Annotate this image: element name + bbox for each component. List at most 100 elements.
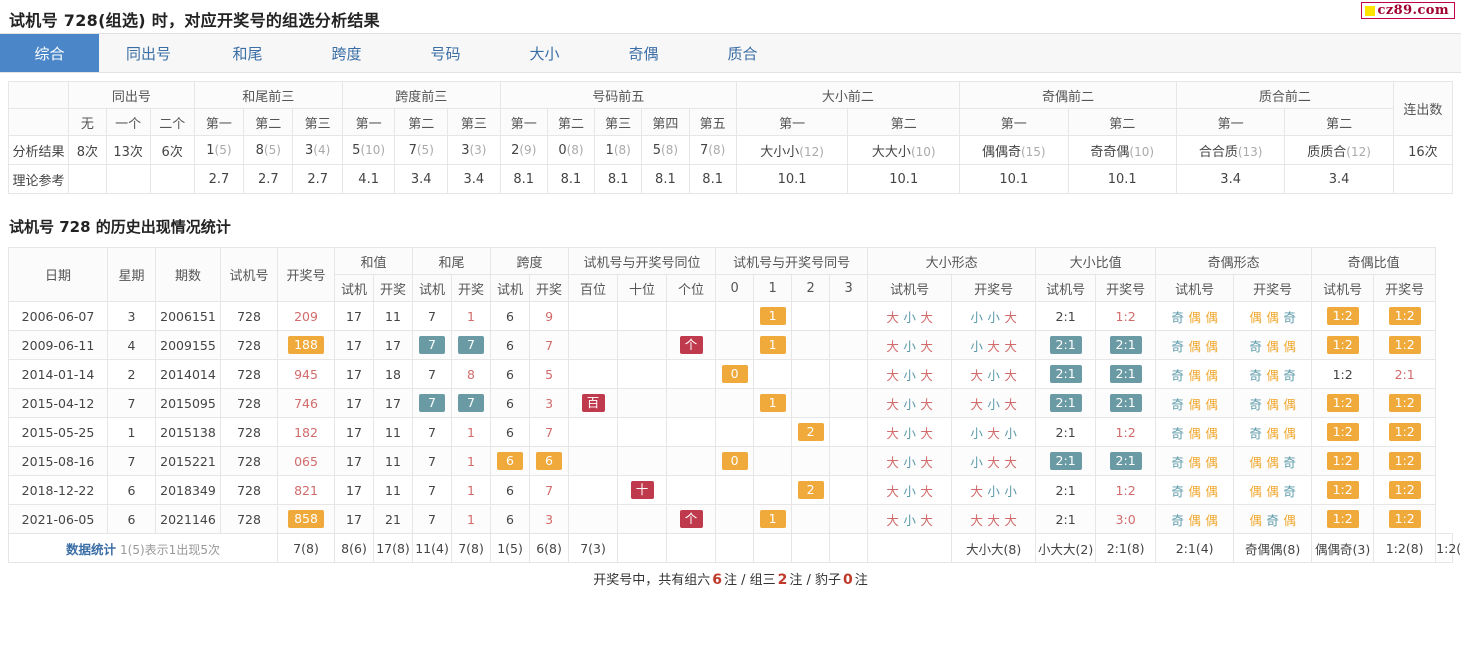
row-pos-ones-value: 个 — [679, 336, 703, 354]
row-pos-hundreds: 百 — [568, 388, 619, 418]
table-row[interactable]: 2021-06-056202114672885817217163个1大小大大小大… — [8, 504, 1453, 534]
row-sum-draw: 11 — [372, 475, 414, 505]
row-oeform-test: 奇偶偶奇偶偶 — [1155, 417, 1235, 447]
row-test-no: 728 — [220, 330, 278, 360]
row-same-num-n0 — [715, 504, 755, 534]
analysis-result-count: (8) — [661, 142, 679, 157]
analysis-result-value: 7 — [408, 142, 417, 158]
row-span-draw-value: 9 — [545, 308, 554, 324]
analysis-subheader-4: 第二 — [243, 108, 294, 136]
row-tail-test: 7 — [412, 301, 453, 331]
header-draw-no: 开奖号 — [277, 247, 335, 302]
table-row[interactable]: 2009-06-114200915572818817177767个1大小大大小大… — [8, 330, 1453, 360]
summary-label: 数据统计 — [66, 541, 117, 557]
row-oeratio-test: 1:2 — [1311, 301, 1375, 331]
analysis-theory-cell-0 — [68, 164, 107, 194]
row-same-num-n0 — [715, 330, 755, 360]
summary-oeform-test: 奇偶偶(8) — [1233, 533, 1313, 563]
analysis-result-cell-13: 7(8) — [688, 135, 737, 165]
row-bsform-draw-char: 大 — [970, 483, 983, 499]
row-oeform-draw: 偶偶奇偶偶奇 — [1233, 301, 1313, 331]
analysis-result-cell-0: 8次 — [68, 135, 107, 165]
analysis-result-cell-4: 8(5) — [243, 135, 294, 165]
row-tail-test-value: 7 — [419, 336, 446, 354]
analysis-result-cell-16: 偶偶奇(15) — [959, 135, 1069, 165]
summary-tail-test: 7(8) — [451, 533, 492, 563]
row-bsratio-test-value: 2:1 — [1049, 365, 1082, 383]
row-oeform-test-char: 偶 — [1188, 309, 1201, 325]
table-row[interactable]: 2006-06-0732006151728209171171691大小大大小大小… — [8, 301, 1453, 331]
analysis-result-count: (5) — [214, 142, 232, 157]
tab-0[interactable]: 综合 — [0, 34, 99, 72]
row-oeform-test-char: 奇 — [1171, 367, 1184, 383]
summary-empty-5 — [829, 533, 869, 563]
analysis-theory-cell-14: 10.1 — [735, 164, 849, 194]
row-draw-no-value: 821 — [294, 482, 318, 498]
analysis-result-cell-9: 2(9) — [499, 135, 548, 165]
table-row[interactable]: 2015-04-12 7 2015095 728 746 17 17 7 7 6 3 百 1 大小大大小大… — [8, 388, 1453, 418]
analysis-subheader-3: 第一 — [193, 108, 245, 136]
row-span-draw-value: 7 — [545, 337, 554, 353]
row-draw-no: 821 — [277, 475, 335, 505]
row-tail-test-value: 7 — [428, 424, 436, 440]
row-draw-no-value: 182 — [294, 424, 318, 440]
history-table-body: 2006-06-0732006151728209171171691大小大大小大小… — [8, 301, 1461, 563]
row-span-test-value: 6 — [506, 308, 514, 324]
summary-sum-test: 17(8) — [372, 533, 414, 563]
tab-5[interactable]: 大小 — [495, 34, 594, 72]
page-title: 试机号 728(组选) 时，对应开奖号的组选分析结果 — [9, 11, 380, 30]
row-oeform-test-char: 偶 — [1188, 512, 1201, 528]
row-bsform-draw-char: 小 — [987, 483, 1000, 499]
row-tail-draw-value: 7 — [458, 394, 485, 412]
row-bsform-test-char: 小 — [903, 483, 916, 499]
header-span-test: 试机 — [490, 274, 531, 302]
analysis-theory-label: 理论参考 — [7, 164, 70, 194]
tab-6[interactable]: 奇偶 — [594, 34, 693, 72]
analysis-theory-cell-12: 8.1 — [641, 164, 690, 194]
table-row[interactable]: 2015-08-1672015221728065171171660大小大大小大小… — [8, 446, 1453, 476]
header-same-position: 试机号与开奖号同位 — [568, 247, 717, 275]
site-logo[interactable]: cz89.com — [1360, 2, 1455, 19]
row-pos-hundreds — [568, 330, 619, 360]
row-oeform-test-char: 偶 — [1205, 425, 1218, 441]
analysis-theory-cell-16: 10.1 — [959, 164, 1069, 194]
row-bsform-test-char: 大 — [886, 512, 899, 528]
header-bsratio-test: 试机号 — [1035, 274, 1097, 302]
header-sum-tail: 和尾 — [412, 247, 492, 275]
analysis-result-value: 1 — [605, 142, 614, 158]
row-same-num-n1 — [753, 359, 793, 389]
row-issue: 2014014 — [155, 359, 221, 389]
analysis-theory-cell-2 — [149, 164, 195, 194]
analysis-corner-cell — [7, 81, 70, 109]
analysis-theory-row: 理论参考 2.7 2.7 2.7 4.1 3.4 3.4 8.1 8.1 8.1 8.1 8.1 10… — [7, 164, 1454, 194]
row-oeform-test-char: 奇 — [1171, 338, 1184, 354]
row-test-no: 728 — [220, 359, 278, 389]
table-row[interactable]: 2018-12-226201834972882117117167十2大小大大小大… — [8, 475, 1453, 505]
tab-1[interactable]: 同出号 — [99, 34, 198, 72]
row-oeform-draw-char: 偶 — [1283, 512, 1296, 528]
row-date: 2014-01-14 — [8, 359, 108, 389]
table-row[interactable]: 2015-05-2512015138728182171171672大小大大小大小… — [8, 417, 1453, 447]
tab-3[interactable]: 跨度 — [297, 34, 396, 72]
row-draw-no-value: 065 — [294, 453, 318, 469]
row-same-num-n1 — [753, 475, 793, 505]
summary-bsform-draw: 小大大(2) — [1035, 533, 1097, 563]
row-bsform-test-char: 小 — [903, 367, 916, 383]
tab-4[interactable]: 号码 — [396, 34, 495, 72]
row-bsratio-test: 2:1 — [1035, 417, 1097, 447]
row-oeform-test-char: 奇 — [1171, 512, 1184, 528]
row-same-num-n1-value: 1 — [759, 307, 786, 325]
analysis-subheader-17: 第二 — [1067, 108, 1177, 136]
analysis-result-value: 大小小 — [760, 144, 800, 160]
analysis-result-value: 0 — [558, 142, 567, 158]
table-row[interactable]: 2014-01-1422014014728945171878650大小大大小大大… — [8, 359, 1453, 389]
header-pos-hundreds: 百位 — [568, 274, 619, 302]
row-same-num-n3 — [829, 330, 869, 360]
tab-2[interactable]: 和尾 — [198, 34, 297, 72]
row-span-test-value: 6 — [506, 482, 514, 498]
header-num-0: 0 — [715, 274, 755, 302]
row-oeform-draw-char: 偶 — [1266, 483, 1279, 499]
row-draw-no: 858 — [277, 504, 335, 534]
tab-7[interactable]: 质合 — [693, 34, 792, 72]
header-oddeven-form: 奇偶形态 — [1155, 247, 1313, 275]
